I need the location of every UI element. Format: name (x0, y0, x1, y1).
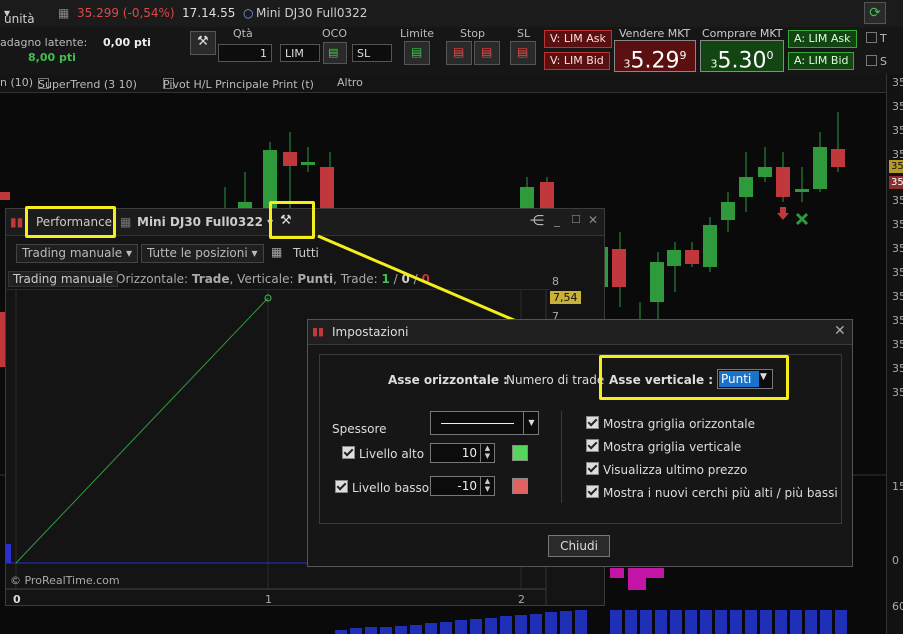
close-button[interactable]: Chiudi (548, 535, 610, 557)
dialog-title: Impostazioni (332, 325, 409, 339)
thickness-label: Spessore (332, 422, 387, 436)
option-vertical-grid[interactable]: Mostra griglia verticale (586, 439, 741, 454)
candles-icon: ▮▮ (312, 325, 325, 338)
thickness-select[interactable]: ▼ (430, 411, 539, 435)
low-level-input[interactable]: -10 ▲ ▼ (430, 476, 495, 496)
horiz-axis-label: Asse orizzontale : (388, 373, 508, 387)
highlight-vertical-axis (599, 355, 789, 400)
option-new-circles[interactable]: Mostra i nuovi cerchi più alti / più bas… (586, 485, 838, 500)
low-level-checkbox[interactable]: Livello basso (335, 480, 429, 495)
divider (561, 411, 562, 503)
line-sample (441, 423, 514, 424)
close-icon[interactable]: ✕ (834, 323, 846, 339)
option-last-price[interactable]: Visualizza ultimo prezzo (586, 462, 747, 477)
high-level-input[interactable]: 10 ▲ ▼ (430, 443, 495, 463)
high-level-color-swatch[interactable] (512, 445, 528, 461)
low-level-color-swatch[interactable] (512, 478, 528, 494)
stepper-icon[interactable]: ▲ ▼ (480, 444, 494, 462)
option-horizontal-grid[interactable]: Mostra griglia orizzontale (586, 416, 755, 431)
dialog-titlebar: ▮▮ Impostazioni ✕ (308, 320, 852, 345)
chevron-down-icon: ▼ (523, 412, 539, 434)
high-level-checkbox[interactable]: Livello alto (342, 446, 424, 461)
stepper-icon[interactable]: ▲ ▼ (480, 477, 494, 495)
horiz-axis-value: Numero di trade (506, 373, 605, 387)
